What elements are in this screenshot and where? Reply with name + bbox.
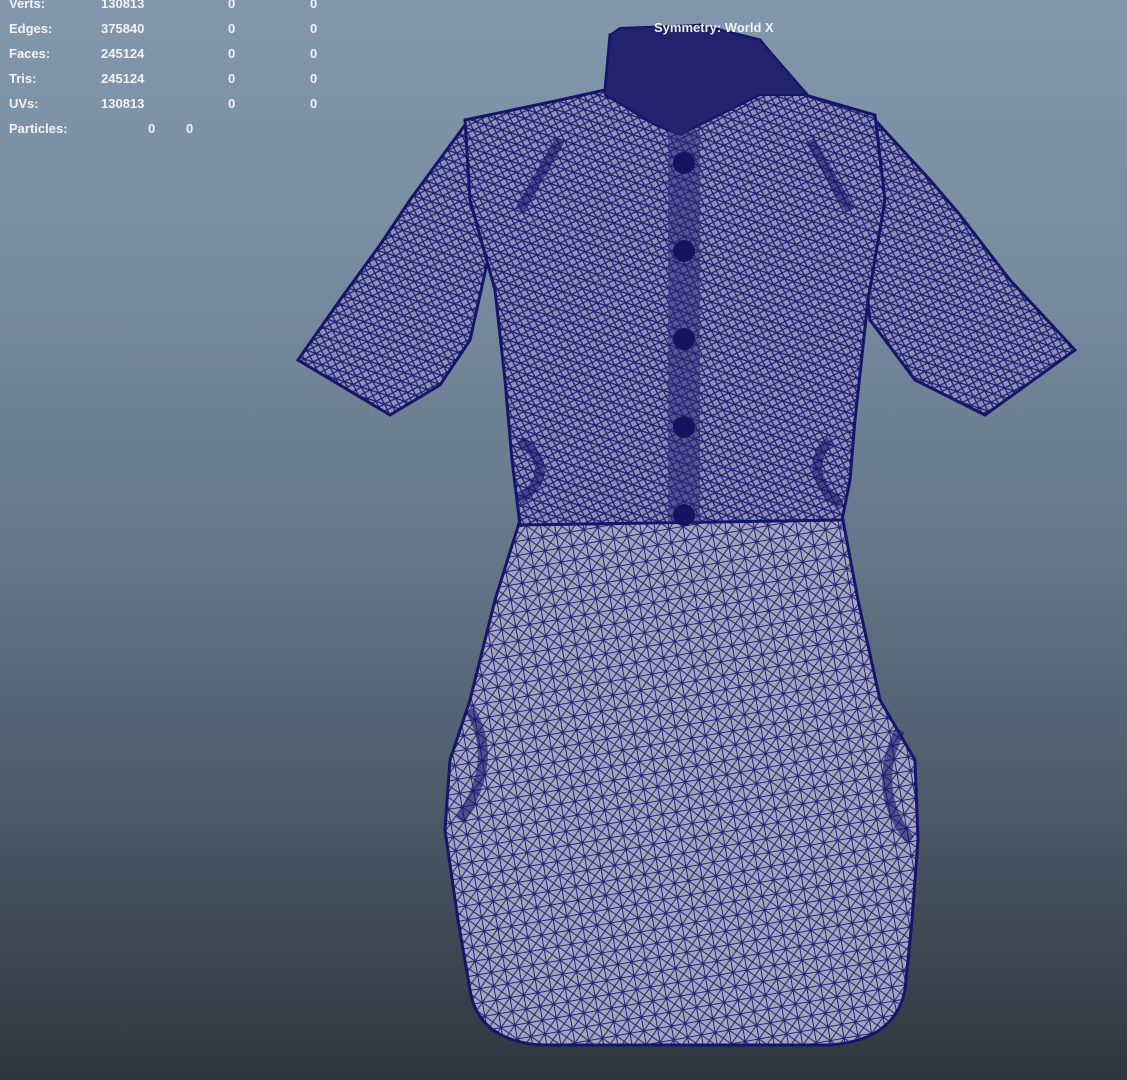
poly-count-hud: Verts: 130813 0 0 Edges: 375840 0 0 Face… xyxy=(0,0,330,141)
hud-value: 0 xyxy=(310,71,318,86)
hud-value: 0 xyxy=(228,21,236,36)
shirt-button xyxy=(673,504,695,526)
right-sleeve-mesh xyxy=(858,116,1078,417)
hud-label: UVs: xyxy=(9,96,39,111)
hud-label: Particles: xyxy=(9,121,68,136)
shirt-button xyxy=(673,240,695,262)
hud-row-tris: Tris: 245124 0 0 xyxy=(0,66,330,91)
hud-value: 0 xyxy=(228,0,236,11)
hud-label: Tris: xyxy=(9,71,37,86)
hud-value: 0 xyxy=(310,0,318,11)
button-placket xyxy=(668,130,700,522)
hud-value: 130813 xyxy=(101,0,145,11)
garment-mesh[interactable] xyxy=(0,0,1127,1080)
left-sleeve-mesh xyxy=(295,121,492,417)
hud-label: Faces: xyxy=(9,46,51,61)
shirt-button xyxy=(673,152,695,174)
symmetry-label: Symmetry: World X xyxy=(654,20,774,35)
hud-value: 0 xyxy=(310,46,318,61)
skirt-mesh xyxy=(443,513,920,1047)
hud-value: 0 xyxy=(310,21,318,36)
hud-value: 0 xyxy=(310,96,318,111)
3d-viewport[interactable]: Verts: 130813 0 0 Edges: 375840 0 0 Face… xyxy=(0,0,1127,1080)
hud-row-verts: Verts: 130813 0 0 xyxy=(0,0,330,16)
hud-label: Verts: xyxy=(9,0,46,11)
hud-value: 0 xyxy=(186,121,194,136)
hud-row-uvs: UVs: 130813 0 0 xyxy=(0,91,330,116)
hud-value: 0 xyxy=(148,121,156,136)
hud-label: Edges: xyxy=(9,21,53,36)
hud-value: 130813 xyxy=(101,96,145,111)
hud-value: 0 xyxy=(228,71,236,86)
hud-value: 0 xyxy=(228,96,236,111)
hud-value: 245124 xyxy=(101,71,145,86)
shirt-button xyxy=(673,416,695,438)
hud-row-particles: Particles: 0 0 xyxy=(0,116,330,141)
hud-value: 0 xyxy=(228,46,236,61)
hud-row-edges: Edges: 375840 0 0 xyxy=(0,16,330,41)
hud-value: 375840 xyxy=(101,21,145,36)
hud-row-faces: Faces: 245124 0 0 xyxy=(0,41,330,66)
hud-value: 245124 xyxy=(101,46,145,61)
shirt-button xyxy=(673,328,695,350)
